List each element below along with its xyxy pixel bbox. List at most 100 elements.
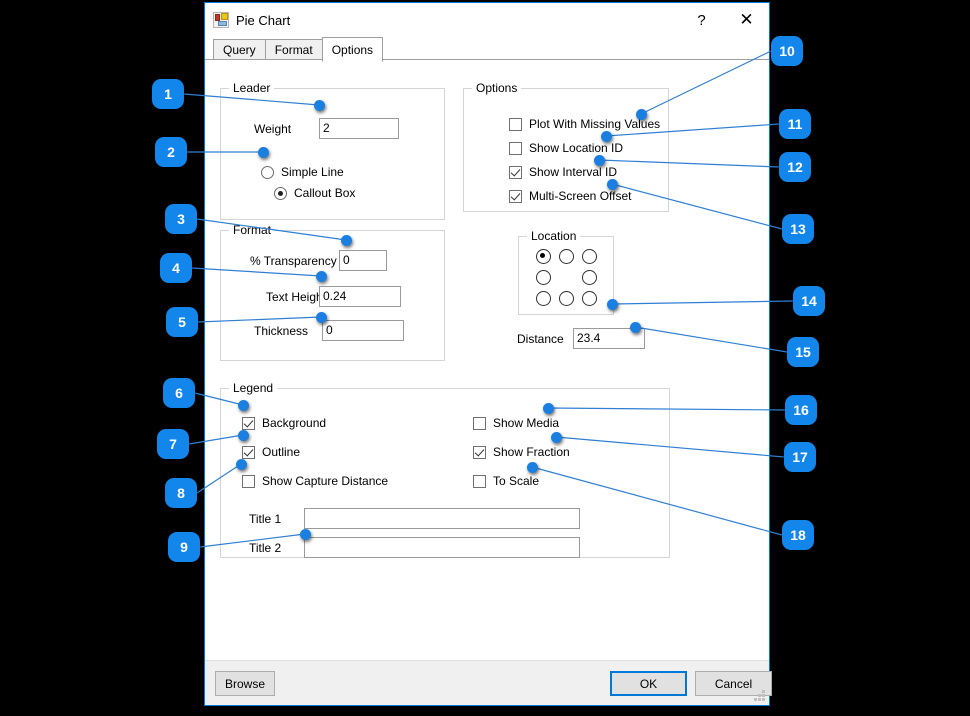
radio-callout-box-label: Callout Box (294, 186, 356, 200)
radio-simple-line-label: Simple Line (281, 165, 344, 179)
callout-badge-11[interactable]: 11 (779, 109, 811, 139)
legend-group: Legend Background Outline Show Capture D… (220, 381, 670, 558)
callout-dot (630, 322, 641, 333)
callout-badge-8[interactable]: 8 (165, 478, 197, 508)
callout-badge-16[interactable]: 16 (785, 395, 817, 425)
callout-badge-7[interactable]: 7 (157, 429, 189, 459)
callout-badge-18[interactable]: 18 (782, 520, 814, 550)
callout-dot (636, 109, 647, 120)
callout-badge-12[interactable]: 12 (779, 152, 811, 182)
location-radio-grid (536, 249, 602, 306)
transparency-label: % Transparency (250, 254, 337, 268)
checkbox-plot-with-missing-values-box (509, 117, 522, 131)
location-radio-bottom-center[interactable] (559, 291, 574, 306)
checkbox-show-location-id-box (509, 141, 522, 155)
location-radio-middle-right[interactable] (582, 270, 597, 285)
options-tab-page: Leader Weight 2 Simple Line Callout Box … (205, 59, 769, 660)
options-group: Options Plot With Missing Values Show Lo… (463, 81, 669, 212)
tab-format[interactable]: Format (264, 39, 323, 60)
thickness-input[interactable]: 0 (322, 320, 404, 341)
checkbox-background-label: Background (262, 416, 327, 430)
location-radio-top-left[interactable] (536, 249, 551, 264)
callout-badge-15[interactable]: 15 (787, 337, 819, 367)
checkbox-to-scale-label: To Scale (493, 474, 540, 488)
callout-dot (316, 271, 327, 282)
title2-input[interactable] (304, 537, 580, 558)
window-title: Pie Chart (236, 12, 291, 28)
callout-badge-4[interactable]: 4 (160, 253, 192, 283)
checkbox-show-fraction-box (473, 445, 486, 459)
callout-badge-5[interactable]: 5 (166, 307, 198, 337)
radio-simple-line[interactable]: Simple Line (261, 165, 344, 179)
leader-group: Leader Weight 2 Simple Line Callout Box (220, 81, 445, 220)
transparency-input[interactable]: 0 (339, 250, 387, 271)
distance-label: Distance (517, 332, 564, 346)
callout-dot (238, 400, 249, 411)
callout-badge-17[interactable]: 17 (784, 442, 816, 472)
title1-input[interactable] (304, 508, 580, 529)
checkbox-show-interval-id[interactable]: Show Interval ID (509, 165, 617, 179)
checkbox-show-media-label: Show Media (493, 416, 560, 430)
callout-dot (341, 235, 352, 246)
options-group-title: Options (472, 81, 522, 95)
radio-callout-box-circle (274, 186, 287, 200)
legend-group-title: Legend (229, 381, 278, 395)
format-group: Format % Transparency 0 Text Height 0.24… (220, 223, 445, 361)
browse-button[interactable]: Browse (215, 671, 275, 696)
location-radio-top-center[interactable] (559, 249, 574, 264)
location-radio-bottom-right[interactable] (582, 291, 597, 306)
leader-group-title: Leader (229, 81, 275, 95)
dialog-footer: Browse OK Cancel (205, 660, 772, 705)
help-button[interactable]: ? (679, 3, 724, 37)
tab-strip: Query Format Options (205, 37, 769, 62)
callout-dot (543, 403, 554, 414)
tab-query[interactable]: Query (213, 39, 266, 60)
checkbox-show-capture-distance[interactable]: Show Capture Distance (242, 474, 388, 488)
callout-dot (236, 459, 247, 470)
checkbox-multi-screen-offset-label: Multi-Screen Offset (529, 189, 632, 203)
weight-input[interactable]: 2 (319, 118, 399, 139)
resize-grip[interactable] (754, 690, 766, 702)
close-icon[interactable]: ✕ (724, 3, 769, 37)
checkbox-outline[interactable]: Outline (242, 445, 300, 459)
ok-button[interactable]: OK (610, 671, 687, 696)
checkbox-background[interactable]: Background (242, 416, 326, 430)
location-radio-middle-left[interactable] (536, 270, 551, 285)
checkbox-plot-with-missing-values[interactable]: Plot With Missing Values (509, 117, 660, 131)
checkbox-multi-screen-offset[interactable]: Multi-Screen Offset (509, 189, 631, 203)
form-icon (213, 12, 229, 28)
callout-dot (258, 147, 269, 158)
location-radio-top-right[interactable] (582, 249, 597, 264)
checkbox-show-media-box (473, 416, 486, 430)
callout-badge-13[interactable]: 13 (782, 214, 814, 244)
checkbox-show-location-id[interactable]: Show Location ID (509, 141, 623, 155)
callout-dot (601, 131, 612, 142)
checkbox-show-media[interactable]: Show Media (473, 416, 559, 430)
checkbox-show-fraction-label: Show Fraction (493, 445, 570, 459)
checkbox-show-interval-id-label: Show Interval ID (529, 165, 618, 179)
callout-badge-9[interactable]: 9 (168, 532, 200, 562)
checkbox-show-fraction[interactable]: Show Fraction (473, 445, 570, 459)
callout-badge-1[interactable]: 1 (152, 79, 184, 109)
tab-options[interactable]: Options (321, 37, 384, 62)
checkbox-show-capture-distance-box (242, 474, 255, 488)
location-radio-bottom-left[interactable] (536, 291, 551, 306)
checkbox-show-location-id-label: Show Location ID (529, 141, 624, 155)
callout-badge-3[interactable]: 3 (165, 204, 197, 234)
text-height-input[interactable]: 0.24 (319, 286, 401, 307)
checkbox-show-interval-id-box (509, 165, 522, 179)
radio-simple-line-circle (261, 165, 274, 179)
callout-badge-14[interactable]: 14 (793, 286, 825, 316)
checkbox-multi-screen-offset-box (509, 189, 522, 203)
checkbox-show-capture-distance-label: Show Capture Distance (262, 474, 389, 488)
callout-dot (551, 432, 562, 443)
callout-badge-2[interactable]: 2 (155, 137, 187, 167)
checkbox-to-scale[interactable]: To Scale (473, 474, 539, 488)
thickness-label: Thickness (254, 324, 309, 338)
callout-badge-10[interactable]: 10 (771, 36, 803, 66)
callout-dot (238, 430, 249, 441)
callout-dot (316, 312, 327, 323)
callout-badge-6[interactable]: 6 (163, 378, 195, 408)
pie-chart-dialog: Pie Chart ? ✕ Query Format Options Leade… (204, 2, 772, 706)
radio-callout-box[interactable]: Callout Box (274, 186, 355, 200)
